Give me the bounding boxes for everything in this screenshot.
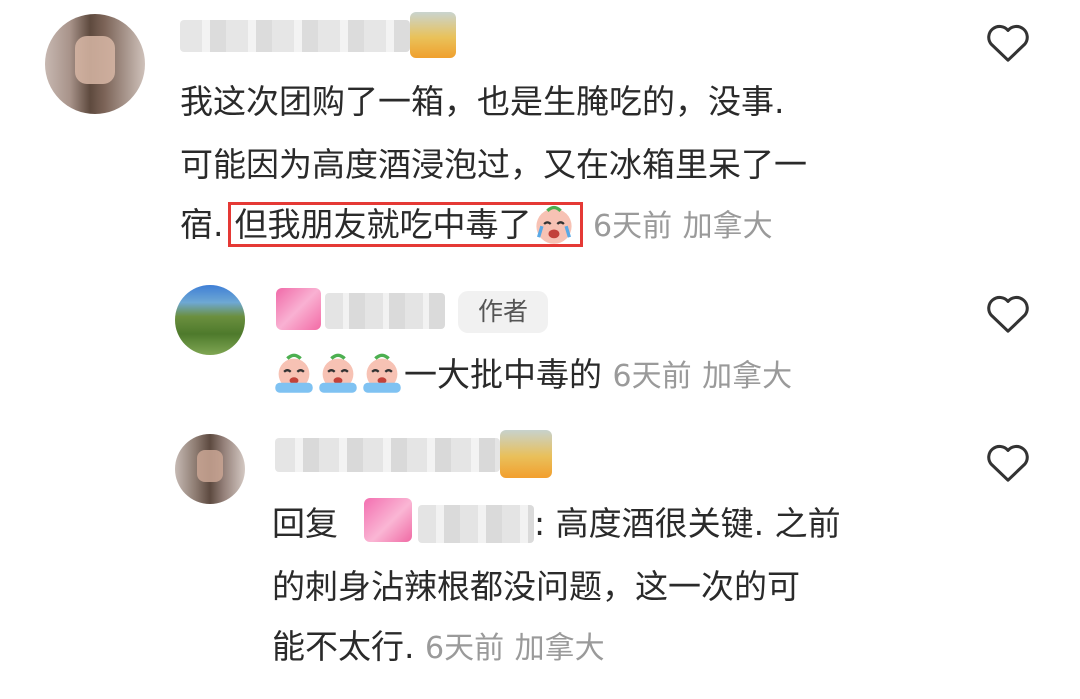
crying-peach-emoji xyxy=(316,352,360,396)
comment-text-line: 宿. 但我朋友就吃中毒了 6天前 加拿大 xyxy=(180,193,773,258)
avatar[interactable] xyxy=(175,434,245,504)
author-tag: 作者 xyxy=(458,291,548,333)
crying-peach-emoji xyxy=(272,352,316,396)
comment-text-line: 能不太行. 6天前 加拿大 xyxy=(272,615,605,680)
comment-location: 加拿大 xyxy=(702,359,793,394)
comment-text-line: : 高度酒很关键. 之前 xyxy=(534,504,841,543)
comment-time: 6天前 xyxy=(425,631,505,666)
user-badge xyxy=(410,12,456,58)
mention-icon-blurred xyxy=(364,498,412,542)
comment-text-line: 的刺身沾辣根都没问题，这一次的可 xyxy=(272,567,800,606)
comment-text: 宿. xyxy=(180,205,224,244)
comment-location: 加拿大 xyxy=(682,209,773,244)
comment-time: 6天前 xyxy=(593,209,673,244)
comment-text: 能不太行. xyxy=(272,627,415,666)
highlighted-text: 但我朋友就吃中毒了 xyxy=(227,202,583,247)
mention-username-blurred[interactable] xyxy=(418,505,534,543)
username-blurred[interactable] xyxy=(325,293,445,329)
heart-icon[interactable] xyxy=(985,293,1031,335)
comment-location: 加拿大 xyxy=(514,631,605,666)
username-icon-blurred xyxy=(276,288,321,330)
crying-peach-emoji xyxy=(532,202,576,246)
username-blurred[interactable] xyxy=(180,20,410,52)
avatar[interactable] xyxy=(175,285,245,355)
username-blurred[interactable] xyxy=(275,438,500,472)
comment-text-line: 我这次团购了一箱，也是生腌吃的，没事. xyxy=(180,82,785,121)
crying-peach-emoji xyxy=(360,352,404,396)
comment-text-line: 回复 xyxy=(272,492,338,555)
comment-text-line: 一大批中毒的 6天前 加拿大 xyxy=(272,343,792,408)
heart-icon[interactable] xyxy=(985,22,1031,64)
comment-text-line: 可能因为高度酒浸泡过，又在冰箱里呆了一 xyxy=(180,145,807,184)
heart-icon[interactable] xyxy=(985,442,1031,484)
comment-text: 一大批中毒的 xyxy=(404,355,602,394)
user-badge xyxy=(500,430,552,478)
reply-prefix: 回复 xyxy=(272,504,338,543)
highlighted-text-content: 但我朋友就吃中毒了 xyxy=(234,205,532,244)
avatar[interactable] xyxy=(45,14,145,114)
comment-time: 6天前 xyxy=(612,359,692,394)
